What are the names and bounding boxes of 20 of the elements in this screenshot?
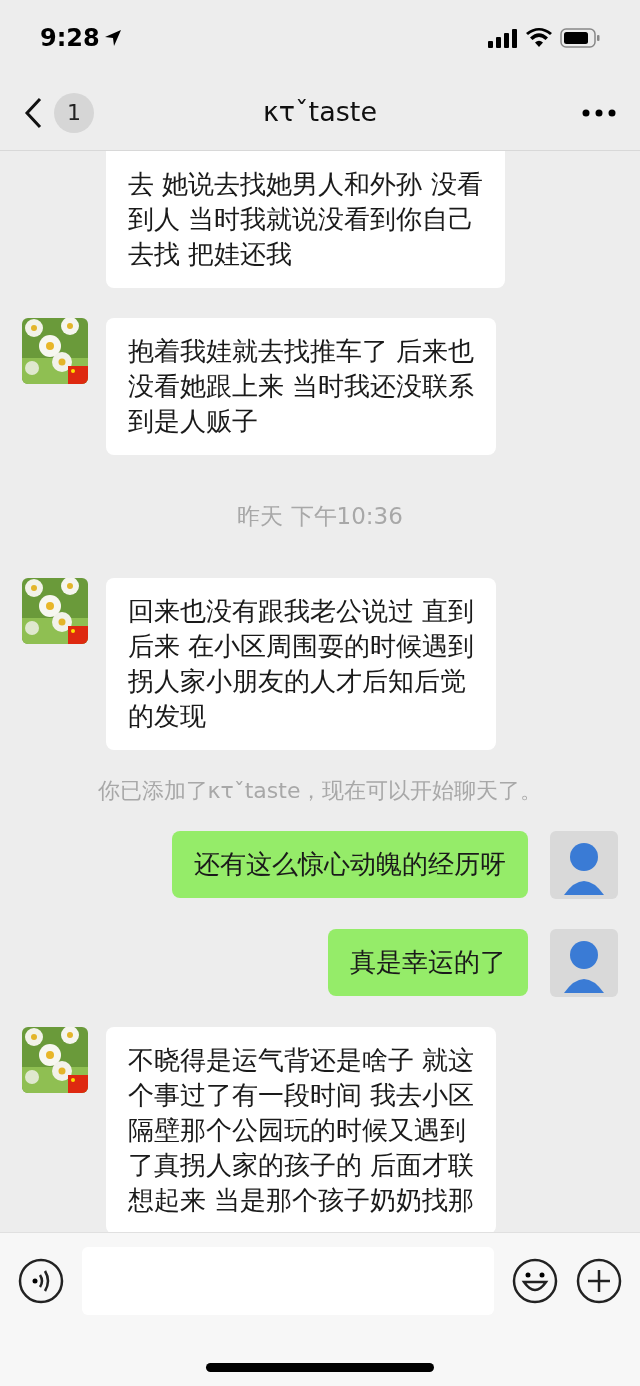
status-time: 9:28 (40, 22, 100, 54)
add-icon[interactable] (576, 1258, 622, 1304)
system-notice: 你已添加了κτˇtaste，现在可以开始聊天了。 (97, 776, 543, 805)
signal-icon (488, 27, 518, 48)
voice-icon[interactable] (18, 1258, 64, 1304)
more-icon[interactable] (582, 108, 616, 117)
chat-title: κτˇtaste (262, 95, 378, 130)
emoji-icon[interactable] (512, 1258, 558, 1304)
battery-icon (560, 27, 600, 48)
message-text: 不晓得是运气背还是啥子 就这 个事过了有一段时间 我去小区 隔壁那个公园玩的时候又遇到 了真拐人家的孩子的 后面才联 想起来 当是那个孩子奶奶找那 (128, 1044, 475, 1215)
back-icon[interactable] (24, 96, 44, 129)
location-icon (103, 28, 122, 47)
message-text: 真是幸运的了 (350, 946, 506, 977)
timestamp: 昨天 下午10:36 (237, 502, 403, 531)
message-text: 还有这么惊心动魄的经历呀 (194, 848, 506, 879)
wifi-icon (526, 27, 552, 48)
message-text: 去 她说去找她男人和外孙 没看 到人 当时我就说没看到你自己 去找 把娃还我 (128, 169, 483, 269)
message-text: 回来也没有跟我老公说过 直到 后来 在小区周围耍的时候遇到 拐人家小朋友的人才后知后觉 的发现 (128, 595, 475, 731)
unread-badge: 1 (54, 92, 94, 133)
message-text: 抱着我娃就去找推车了 后来也 没看她跟上来 当时我还没联系 到是人贩子 (128, 336, 475, 436)
